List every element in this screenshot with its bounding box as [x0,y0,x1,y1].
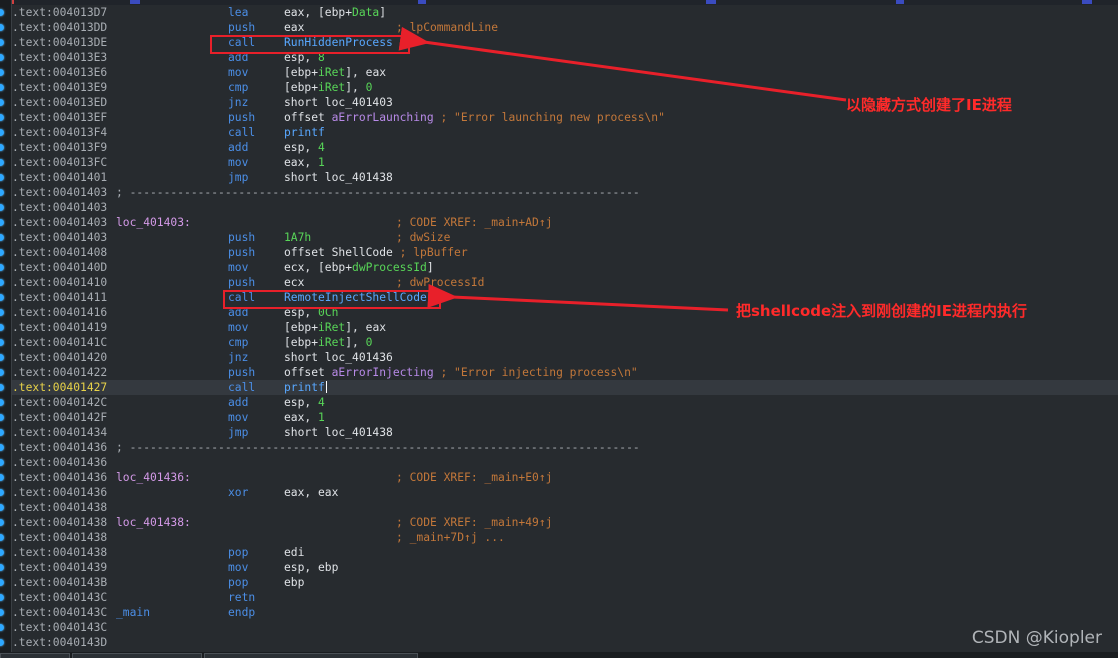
bottom-tab-strip [0,652,1118,658]
ida-disassembly-view: .text:004013D7 lea eax, [ebp+Data] .text:00… [0,0,1118,658]
arrow-to-runhiddenprocess [398,26,847,102]
watermark: CSDN @Kiopler [971,628,1102,648]
annotation-inject-shellcode: 把shellcode注入到刚创建的IE进程内执行 [736,302,1027,320]
bottom-tab[interactable] [0,653,70,658]
arrow-to-remoteinjectshellcode [427,283,729,312]
annotation-hidden-ie-process: 以隐藏方式创建了IE进程 [846,96,1012,114]
bottom-tab[interactable] [204,653,418,658]
bottom-tab[interactable] [72,653,202,658]
